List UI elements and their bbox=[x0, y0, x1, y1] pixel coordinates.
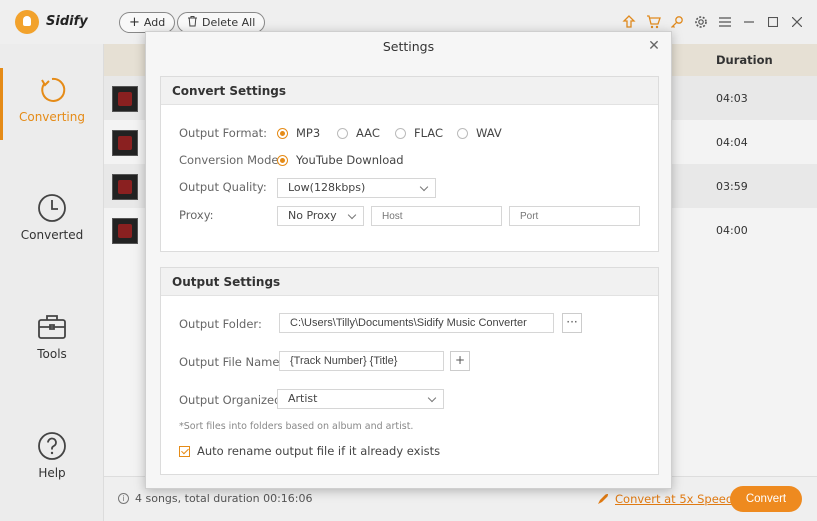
auto-rename-label: Auto rename output file if it already ex… bbox=[197, 444, 441, 458]
conversion-mode-label: Conversion Mode: bbox=[179, 153, 283, 167]
output-quality-label: Output Quality: bbox=[179, 180, 267, 194]
format-radio-wav[interactable]: WAV bbox=[457, 126, 502, 140]
clock-icon bbox=[38, 194, 66, 222]
format-radio-mp3[interactable]: MP3 bbox=[277, 126, 320, 140]
sidebar-item-help[interactable]: Help bbox=[0, 430, 104, 480]
radio-label: AAC bbox=[356, 126, 380, 140]
toolbox-icon bbox=[38, 315, 66, 339]
duration-column-header: Duration bbox=[716, 53, 773, 67]
convert-settings-title: Convert Settings bbox=[161, 77, 658, 105]
output-file-name-input[interactable]: {Track Number} {Title} bbox=[279, 351, 444, 371]
output-organized-select[interactable]: Artist bbox=[277, 389, 444, 409]
dialog-title: Settings bbox=[382, 39, 435, 54]
output-folder-input[interactable]: C:\Users\Tilly\Documents\Sidify Music Co… bbox=[279, 313, 554, 333]
chevron-down-icon bbox=[347, 210, 357, 220]
sidebar-item-label: Converting bbox=[18, 110, 85, 124]
question-icon bbox=[38, 432, 66, 460]
proxy-select[interactable]: No Proxy bbox=[277, 206, 364, 226]
radio-selected-icon bbox=[277, 154, 288, 166]
output-file-name-value: {Track Number} {Title} bbox=[290, 355, 398, 367]
add-button[interactable]: + Add bbox=[119, 12, 176, 33]
rocket-icon bbox=[598, 493, 608, 504]
proxy-label: Proxy: bbox=[179, 208, 214, 222]
convert-button[interactable]: Convert bbox=[730, 486, 802, 512]
radio-empty-icon bbox=[395, 127, 406, 139]
chevron-down-icon bbox=[419, 182, 429, 192]
close-icon[interactable]: ✕ bbox=[647, 39, 661, 53]
output-organized-label: Output Organized: bbox=[179, 393, 286, 407]
speed-link-text: Convert at 5x Speed! bbox=[615, 492, 738, 506]
album-art bbox=[112, 174, 138, 200]
sidebar-item-tools[interactable]: Tools bbox=[0, 311, 104, 361]
format-radio-flac[interactable]: FLAC bbox=[395, 126, 443, 140]
checkbox-checked-icon bbox=[179, 445, 190, 457]
proxy-value: No Proxy bbox=[288, 209, 337, 222]
info-icon: i bbox=[118, 493, 129, 504]
song-summary-text: 4 songs, total duration 00:16:06 bbox=[135, 492, 313, 505]
mode-radio-youtube-download[interactable]: YouTube Download bbox=[277, 153, 404, 167]
sidebar-item-converted[interactable]: Converted bbox=[0, 192, 104, 242]
maximize-icon[interactable] bbox=[761, 12, 785, 32]
output-format-label: Output Format: bbox=[179, 126, 268, 140]
menu-icon[interactable] bbox=[713, 12, 737, 32]
sidebar-item-label: Converted bbox=[20, 228, 84, 242]
output-folder-label: Output Folder: bbox=[179, 317, 262, 331]
convert-settings-panel: Convert Settings Output Format: MP3 AAC … bbox=[160, 76, 659, 252]
sidebar-item-label: Tools bbox=[37, 347, 67, 361]
song-duration: 04:03 bbox=[716, 92, 748, 105]
song-duration: 04:04 bbox=[716, 136, 748, 149]
organize-note: *Sort files into folders based on album … bbox=[179, 421, 414, 432]
converting-icon bbox=[41, 77, 66, 102]
auto-rename-checkbox[interactable]: Auto rename output file if it already ex… bbox=[179, 444, 440, 458]
close-window-icon[interactable] bbox=[785, 12, 809, 32]
output-settings-panel: Output Settings Output Folder: C:\Users\… bbox=[160, 267, 659, 475]
speed-link[interactable]: Convert at 5x Speed! bbox=[596, 492, 738, 506]
album-art bbox=[112, 86, 138, 112]
trash-icon bbox=[187, 15, 198, 30]
album-art bbox=[112, 130, 138, 156]
header-toolbar bbox=[617, 12, 809, 32]
delete-all-button[interactable]: Delete All bbox=[177, 12, 266, 33]
sidebar: Converting Converted Tools Help bbox=[0, 44, 104, 521]
upload-icon[interactable] bbox=[617, 12, 641, 32]
sidify-logo-icon bbox=[15, 10, 39, 34]
add-tag-button[interactable]: + bbox=[450, 351, 470, 371]
chevron-down-icon bbox=[427, 393, 437, 403]
host-input[interactable] bbox=[371, 206, 502, 226]
format-radio-aac[interactable]: AAC bbox=[337, 126, 380, 140]
output-file-name-label: Output File Name: bbox=[179, 355, 284, 369]
output-organized-value: Artist bbox=[288, 392, 318, 405]
delete-all-button-label: Delete All bbox=[202, 16, 256, 29]
plus-icon: + bbox=[129, 15, 140, 30]
album-art bbox=[112, 218, 138, 244]
minimize-icon[interactable] bbox=[737, 12, 761, 32]
key-icon[interactable] bbox=[665, 12, 689, 32]
settings-dialog: Settings ✕ Convert Settings Output Forma… bbox=[145, 31, 672, 489]
radio-label: YouTube Download bbox=[296, 153, 404, 167]
output-quality-value: Low(128kbps) bbox=[288, 181, 366, 194]
app-name: Sidify bbox=[46, 14, 88, 29]
output-settings-title: Output Settings bbox=[161, 268, 658, 296]
cart-icon[interactable] bbox=[641, 12, 665, 32]
song-duration: 03:59 bbox=[716, 180, 748, 193]
song-summary: i 4 songs, total duration 00:16:06 bbox=[118, 492, 312, 505]
radio-label: FLAC bbox=[414, 126, 443, 140]
radio-selected-icon bbox=[277, 127, 288, 139]
gear-icon[interactable] bbox=[689, 12, 713, 32]
output-quality-select[interactable]: Low(128kbps) bbox=[277, 178, 436, 198]
add-button-label: Add bbox=[143, 16, 166, 29]
radio-label: WAV bbox=[476, 126, 502, 140]
output-folder-value: C:\Users\Tilly\Documents\Sidify Music Co… bbox=[290, 317, 527, 329]
sidebar-item-converting[interactable]: Converting bbox=[0, 74, 104, 124]
song-duration: 04:00 bbox=[716, 224, 748, 237]
sidebar-item-label: Help bbox=[38, 466, 66, 480]
browse-folder-button[interactable]: ··· bbox=[562, 313, 582, 333]
port-input[interactable] bbox=[509, 206, 640, 226]
radio-empty-icon bbox=[337, 127, 348, 139]
radio-label: MP3 bbox=[296, 126, 321, 140]
radio-empty-icon bbox=[457, 127, 468, 139]
